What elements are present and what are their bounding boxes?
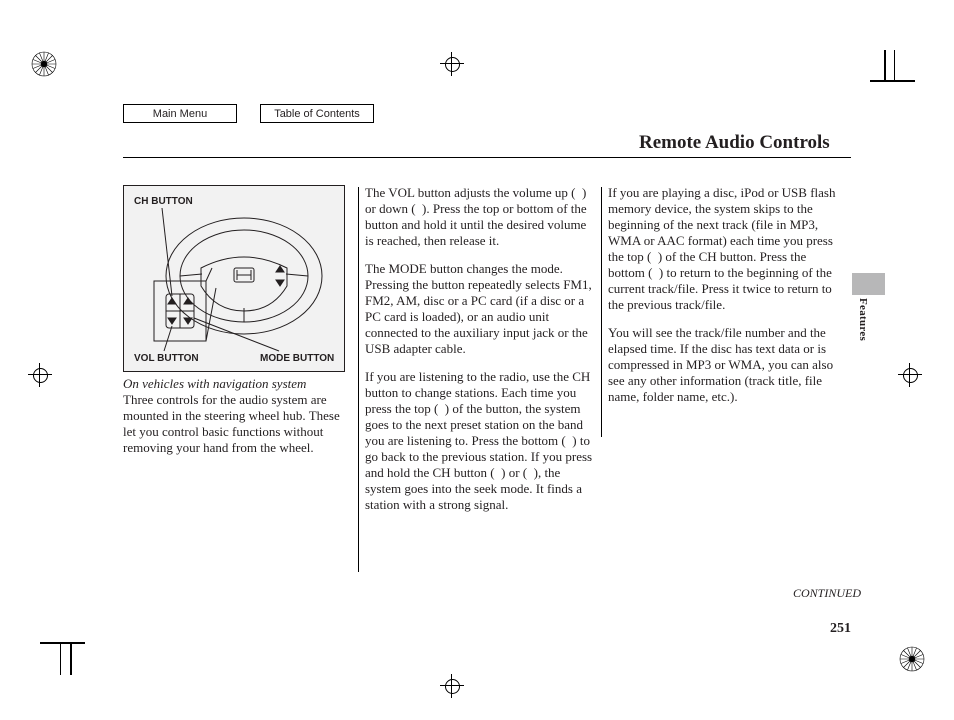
table-of-contents-button[interactable]: Table of Contents	[260, 104, 374, 123]
crop-mark-icon	[40, 642, 85, 675]
body-text: Three controls for the audio system are …	[123, 392, 353, 456]
crosshair-icon	[28, 363, 52, 387]
page-number: 251	[830, 621, 851, 637]
column-divider	[358, 187, 359, 572]
registration-mark-icon	[30, 50, 58, 78]
crosshair-icon	[440, 52, 464, 76]
steering-wheel-diagram: CH BUTTON VOL BUTTON MODE BUTTON	[123, 185, 345, 372]
title-rule	[123, 157, 851, 158]
page: Main Menu Table of Contents Remote Audio…	[0, 0, 954, 720]
body-text: If you are playing a disc, iPod or USB f…	[608, 185, 838, 313]
diagram-label-vol: VOL BUTTON	[134, 353, 199, 364]
page-title: Remote Audio Controls	[639, 132, 830, 154]
crosshair-icon	[898, 363, 922, 387]
crosshair-icon	[440, 674, 464, 698]
body-text: You will see the track/file number and t…	[608, 325, 838, 405]
body-text: If you are listening to the radio, use t…	[365, 369, 595, 513]
diagram-label-ch: CH BUTTON	[134, 196, 193, 207]
registration-mark-icon	[898, 645, 926, 673]
body-text: The MODE button changes the mode. Pressi…	[365, 261, 595, 357]
continued-label: CONTINUED	[793, 586, 861, 601]
body-column-2: The VOL button adjusts the volume up ( )…	[365, 185, 595, 525]
crop-mark-icon	[870, 50, 915, 80]
body-column-1: On vehicles with navigation system Three…	[123, 376, 353, 468]
main-menu-button[interactable]: Main Menu	[123, 104, 237, 123]
diagram-label-mode: MODE BUTTON	[260, 353, 334, 364]
body-text: The VOL button adjusts the volume up ( )…	[365, 185, 595, 249]
body-column-3: If you are playing a disc, iPod or USB f…	[608, 185, 838, 417]
steering-wheel-icon	[124, 186, 344, 371]
section-tab: Features	[857, 298, 869, 341]
section-tab-bg	[852, 273, 885, 295]
nav-system-note: On vehicles with navigation system	[123, 376, 353, 392]
column-divider	[601, 187, 602, 437]
